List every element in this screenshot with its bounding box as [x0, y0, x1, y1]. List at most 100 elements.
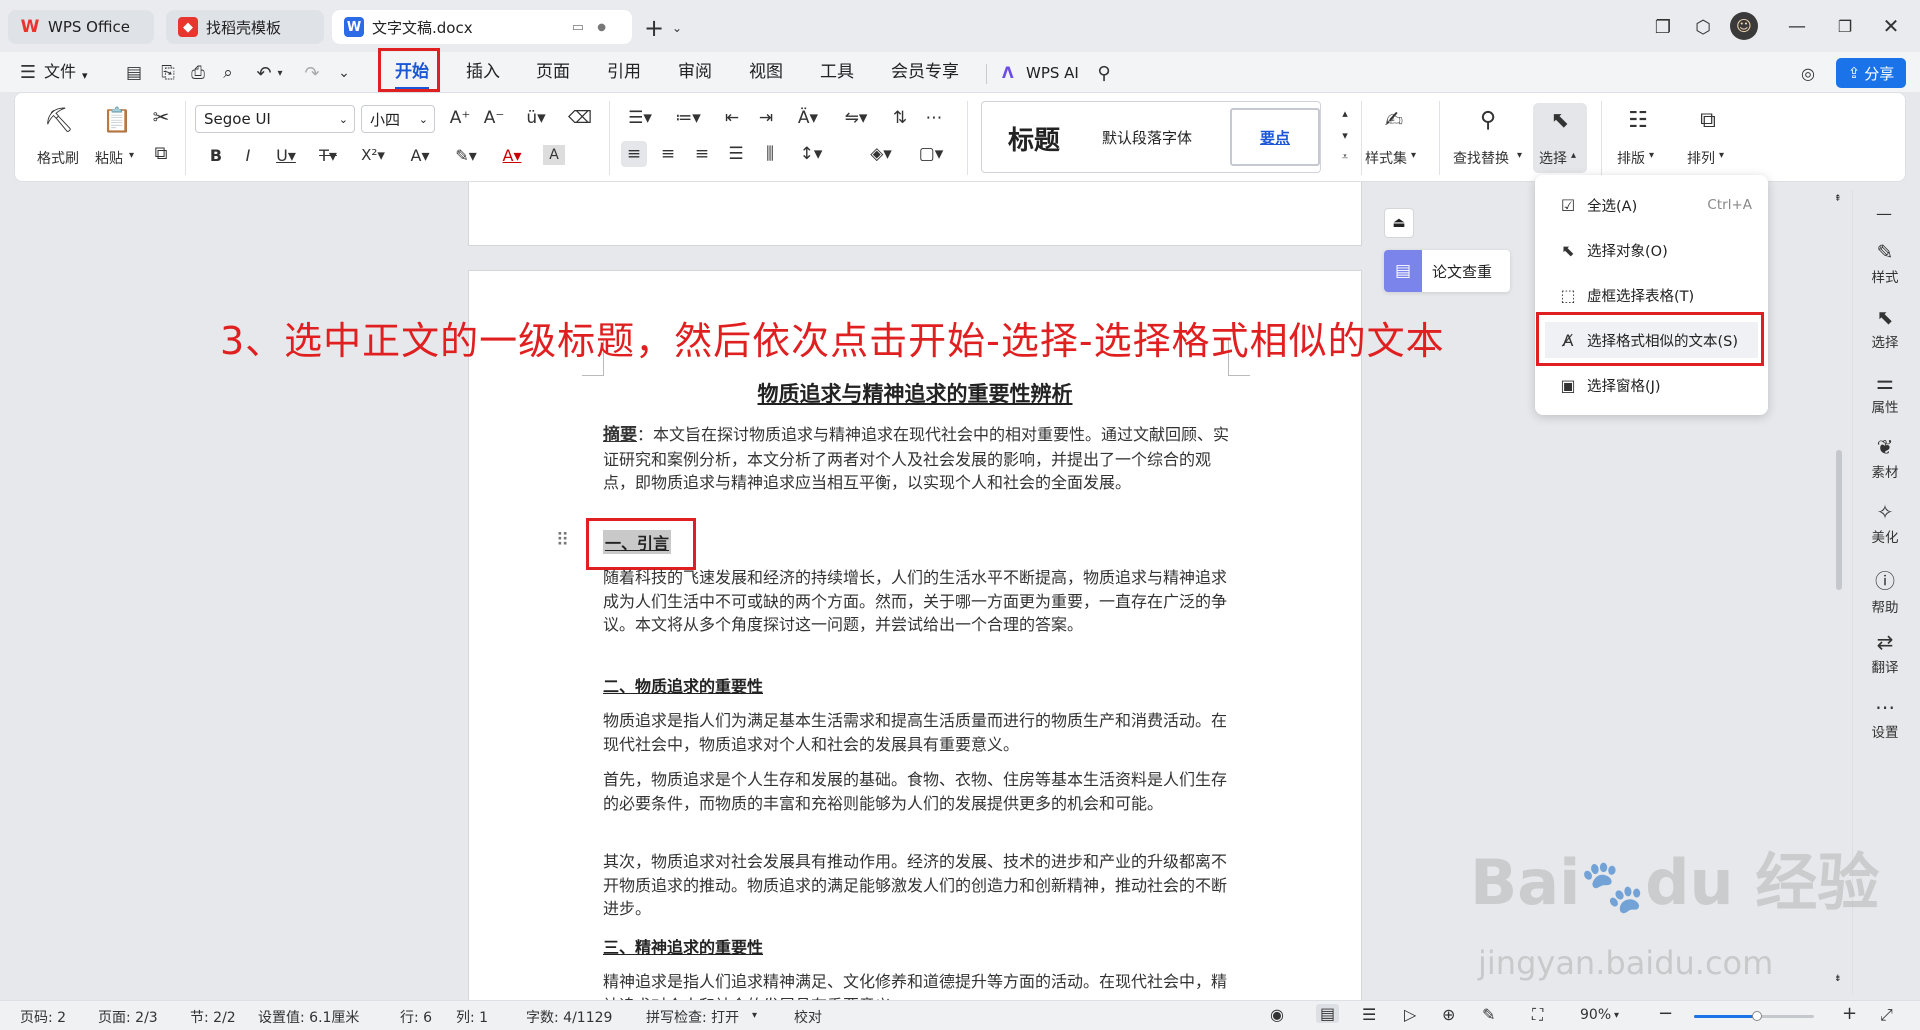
zoom-chevron-icon[interactable]: ▾ [1614, 1010, 1619, 1021]
style-scroll-down-icon[interactable]: ▾ [1337, 125, 1353, 145]
scroll-top-icon[interactable]: ⇞ [1834, 194, 1842, 204]
window-icon[interactable]: ❐ [1650, 14, 1676, 40]
format-painter-icon[interactable]: ⛏ [43, 105, 75, 135]
underline-icon[interactable]: U▾ [271, 143, 301, 167]
minimize-icon[interactable]: — [1782, 12, 1812, 40]
scrollbar-thumb[interactable] [1836, 450, 1842, 590]
menu-item-select-pane[interactable]: ▣ 选择窗格(J) [1545, 367, 1758, 403]
web-view-icon[interactable]: ⊕ [1442, 1005, 1455, 1024]
paste-chevron-icon[interactable]: ▾ [129, 150, 134, 161]
monitor-icon[interactable]: ▭ [572, 20, 584, 35]
zoom-slider-thumb[interactable] [1752, 1011, 1762, 1021]
heading-spiritual[interactable]: 三、精神追求的重要性 [603, 934, 763, 958]
bullet-list-icon[interactable]: ☰▾ [623, 105, 657, 131]
undo-icon[interactable]: ↶ [252, 61, 276, 85]
abstract-paragraph[interactable]: 摘要：本文旨在探讨物质追求与精神追求在现代社会中的相对重要性。通过文献回顾、实证… [603, 423, 1233, 495]
fit-page-icon[interactable]: ⛶ [1532, 1005, 1543, 1025]
align-center-icon[interactable]: ≡ [655, 141, 681, 167]
share-link-icon[interactable]: ⎘ [156, 61, 180, 85]
style-default-paragraph[interactable]: 默认段落字体 [1102, 127, 1192, 148]
copy-icon[interactable]: ⧉ [149, 141, 173, 165]
char-shading-icon[interactable]: A [543, 145, 565, 165]
find-replace-icon[interactable]: ⚲ [1473, 105, 1503, 135]
print-preview-icon[interactable]: ⌕ [216, 61, 240, 85]
search-icon[interactable]: ⚲ [1092, 61, 1116, 85]
redo-icon[interactable]: ↷ [300, 61, 324, 85]
paste-icon[interactable]: 📋 [101, 105, 133, 135]
phonetic-icon[interactable]: ü▾ [519, 105, 553, 131]
share-button[interactable]: ⇪ 分享 [1836, 58, 1906, 88]
status-proofread[interactable]: 校对 [794, 1007, 822, 1027]
menu-tools[interactable]: 工具 [820, 60, 854, 84]
style-keypoint[interactable]: 要点 [1230, 108, 1320, 166]
style-set-icon[interactable]: ✍ [1379, 105, 1409, 135]
zoom-slider[interactable] [1694, 1011, 1814, 1021]
zoom-in-icon[interactable]: + [1842, 1003, 1857, 1024]
border-icon[interactable]: ▢▾ [913, 141, 949, 167]
menu-reference[interactable]: 引用 [607, 60, 641, 84]
menu-wps-ai[interactable]: WPS AI [1026, 61, 1079, 85]
decrease-indent-icon[interactable]: ⇤ [719, 105, 745, 131]
spiritual-paragraph[interactable]: 精神追求是指人们追求精神满足、文化修养和道德提升等方面的活动。在现代社会中，精神… [603, 970, 1233, 1000]
cut-icon[interactable]: ✂ [149, 105, 173, 129]
find-replace-label[interactable]: 查找替换 [1453, 148, 1509, 168]
layout-icon[interactable]: ☷ [1623, 105, 1653, 135]
style-expand-icon[interactable]: ⩡ [1337, 147, 1353, 167]
sidebar-item-help[interactable]: ⓘ 帮助 [1864, 565, 1906, 616]
zoom-out-icon[interactable]: − [1658, 1003, 1673, 1024]
sort-icon[interactable]: ⇅ [887, 105, 913, 131]
font-name-select[interactable]: Segoe UI ⌄ [195, 105, 355, 133]
chat-icon[interactable]: ◎ [1796, 61, 1820, 85]
style-scroll-up-icon[interactable]: ▴ [1337, 103, 1353, 123]
pen-icon[interactable]: ✎ [1482, 1005, 1495, 1024]
font-color-icon[interactable]: A▾ [495, 143, 529, 167]
sidebar-item-style[interactable]: ✎ 样式 [1864, 240, 1906, 286]
shrink-font-icon[interactable]: A⁻ [481, 105, 507, 131]
sidebar-minimize-icon[interactable]: — [1872, 204, 1896, 223]
fullscreen-icon[interactable]: ⤢ [1880, 1005, 1893, 1025]
distribute-icon[interactable]: ⫼ [757, 141, 783, 167]
find-replace-chevron-icon[interactable]: ▾ [1517, 150, 1522, 161]
justify-icon[interactable]: ☰ [723, 141, 749, 167]
zoom-level[interactable]: 90% [1580, 1007, 1611, 1023]
align-left-icon[interactable]: ≡ [621, 141, 647, 167]
collapse-icon[interactable]: ⏏ [1384, 208, 1414, 238]
tab-document[interactable]: W 文字文稿.docx ▭ ● [332, 10, 632, 44]
arrange-icon[interactable]: ⧉ [1693, 105, 1723, 135]
style-heading[interactable]: 标题 [1008, 120, 1060, 157]
material-paragraph-2[interactable]: 首先，物质追求是个人生存和发展的基础。食物、衣物、住房等基本生活资料是人们生存的… [603, 768, 1233, 815]
scroll-bottom-icon[interactable]: ⇟ [1834, 974, 1842, 984]
cube-icon[interactable]: ⬡ [1690, 14, 1716, 40]
sidebar-item-material[interactable]: ❦ 素材 [1864, 435, 1906, 481]
intro-paragraph[interactable]: 随着科技的飞速发展和经济的持续增长，人们的生活水平不断提高，物质追求与精神追求成… [603, 566, 1233, 637]
status-word-count[interactable]: 字数: 4/1129 [526, 1007, 612, 1027]
menu-insert[interactable]: 插入 [466, 60, 500, 84]
status-column[interactable]: 列: 1 [456, 1007, 488, 1027]
drag-handle-icon[interactable]: ⠿ [556, 530, 569, 551]
status-row[interactable]: 行: 6 [400, 1007, 432, 1027]
close-icon[interactable]: ✕ [1876, 12, 1906, 40]
grow-font-icon[interactable]: A⁺ [447, 105, 473, 131]
sidebar-item-select[interactable]: ⬉ 选择 [1864, 305, 1906, 351]
status-page-number[interactable]: 页码: 2 [20, 1007, 66, 1027]
arrange-label[interactable]: 排列 [1687, 148, 1715, 168]
menu-view[interactable]: 视图 [749, 60, 783, 84]
increase-indent-icon[interactable]: ⇥ [753, 105, 779, 131]
file-chevron-icon[interactable]: ▾ [82, 64, 88, 88]
text-direction-icon[interactable]: ⇋▾ [839, 105, 873, 131]
line-spacing-icon[interactable]: ↕▾ [793, 141, 829, 167]
material-paragraph-1[interactable]: 物质追求是指人们为满足基本生活需求和提高生活质量而进行的物质生产和消费活动。在现… [603, 709, 1233, 756]
style-set-chevron-icon[interactable]: ▾ [1411, 150, 1416, 161]
page-view-icon[interactable]: ▤ [1316, 1004, 1340, 1023]
layout-label[interactable]: 排版 [1617, 148, 1645, 168]
eye-protect-icon[interactable]: ◉ [1270, 1005, 1284, 1024]
numbered-list-icon[interactable]: ≔▾ [671, 105, 705, 131]
status-spell-check[interactable]: 拼写检查: 打开 [646, 1007, 739, 1027]
sidebar-item-translate[interactable]: ⇄ 翻译 [1864, 630, 1906, 676]
style-set-label[interactable]: 样式集 [1365, 148, 1407, 168]
shading-icon[interactable]: ◈▾ [863, 141, 899, 167]
tab-wps-office[interactable]: W WPS Office [8, 10, 154, 44]
undo-chevron-icon[interactable]: ▾ [274, 64, 286, 82]
align-right-icon[interactable]: ≡ [689, 141, 715, 167]
print-icon[interactable]: ⎙ [186, 61, 210, 85]
